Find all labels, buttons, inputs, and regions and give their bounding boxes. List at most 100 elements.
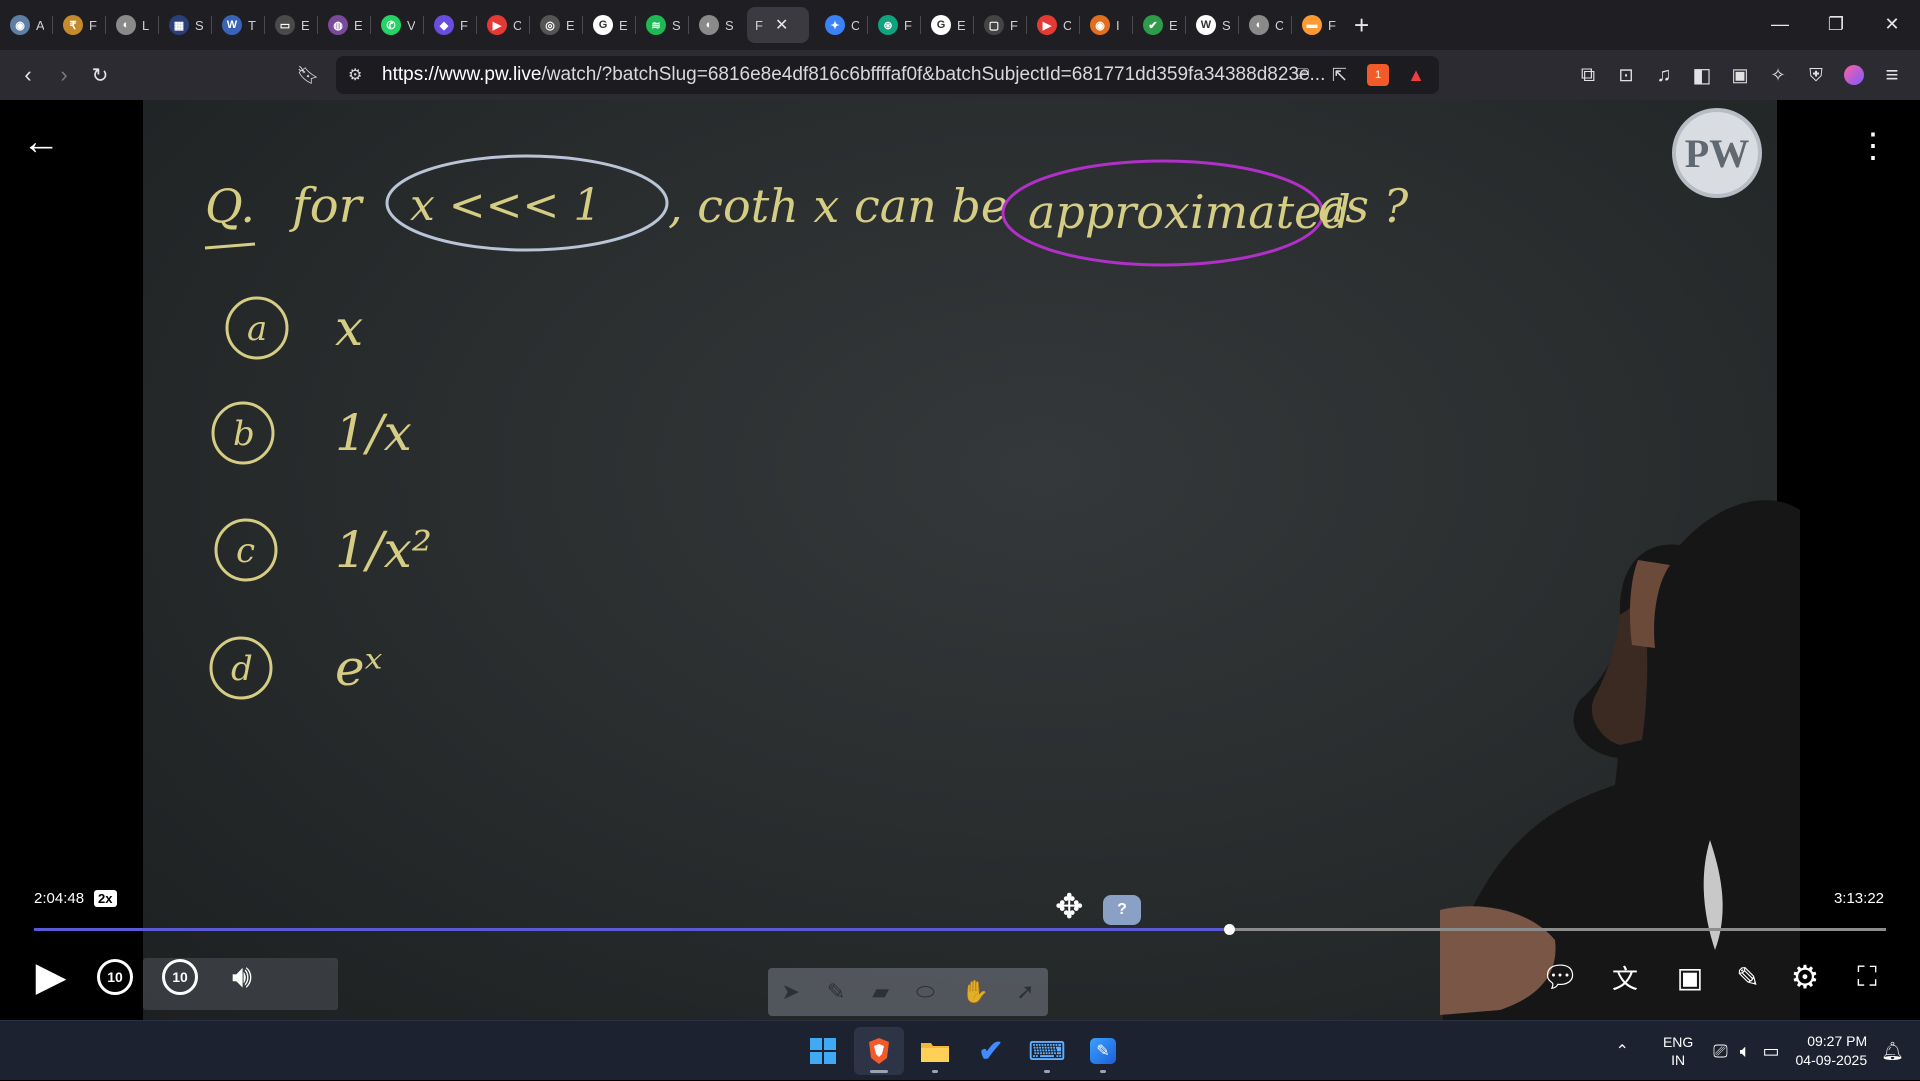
tab-title: F [460, 17, 468, 33]
move-icon[interactable]: ✥ [1055, 890, 1084, 924]
leo-ai-icon[interactable]: ✧ [1760, 57, 1796, 93]
speaker-icon[interactable]: 🔈︎ [1740, 1041, 1751, 1062]
browser-tab[interactable]: ▦ S [161, 7, 211, 43]
browser-tab[interactable]: ◍ E [320, 7, 370, 43]
browser-tab[interactable]: ▢ F [976, 7, 1026, 43]
install-app-icon[interactable]: ⎚ [1296, 66, 1309, 84]
settings-gear-icon[interactable]: ⚙ [1780, 952, 1830, 1002]
browser-tab[interactable]: ◐ S [691, 7, 741, 43]
tab-title: E [957, 17, 965, 33]
clock[interactable]: 09:27 PM 04-09-2025 [1796, 1032, 1868, 1070]
tab-separator [423, 16, 424, 34]
browser-tab[interactable]: F ✕ [747, 7, 809, 43]
close-window-icon[interactable]: ✕ [1864, 0, 1920, 48]
browser-tab[interactable]: ✔ E [1135, 7, 1185, 43]
wallet-icon[interactable]: ▣ [1722, 57, 1758, 93]
translate-icon[interactable]: 文 [1600, 952, 1650, 1002]
browser-tab[interactable]: ⊛ F [870, 7, 920, 43]
network-icon[interactable]: ⎚ [1713, 1041, 1727, 1062]
browser-tab[interactable]: ◎ E [532, 7, 582, 43]
new-tab-button[interactable]: + [1354, 12, 1369, 38]
media-icon[interactable]: ♫ [1646, 57, 1682, 93]
mini-player-icon[interactable]: ▣ [1665, 952, 1715, 1002]
restore-icon[interactable]: ❐ [1808, 0, 1864, 48]
browser-tab[interactable]: ▶ C [1029, 7, 1079, 43]
speed-badge[interactable]: 2x [94, 890, 117, 907]
progress-bar[interactable] [34, 924, 1886, 935]
prefix-underline [204, 242, 256, 250]
question-mid: , coth x can be [668, 179, 1008, 233]
tab-favicon-icon: ◐ [1249, 15, 1269, 35]
question-prefix: Q. [205, 179, 255, 233]
tab-separator [105, 16, 106, 34]
start-button[interactable] [798, 1027, 848, 1075]
minimize-icon[interactable]: — [1752, 0, 1808, 48]
tab-favicon-icon: ▭ [275, 15, 295, 35]
close-tab-icon[interactable]: ✕ [775, 15, 788, 35]
taskbar-brave[interactable] [854, 1027, 904, 1075]
taskbar-photos[interactable]: ✎ [1078, 1027, 1128, 1075]
play-icon[interactable]: ▶ [26, 952, 76, 1002]
battery-icon[interactable]: ▭ [1763, 1041, 1780, 1062]
browser-tab[interactable]: ₹ F [55, 7, 105, 43]
fullscreen-icon[interactable]: ⛶ [1842, 952, 1892, 1002]
browser-tab[interactable]: ▶ C [479, 7, 529, 43]
browser-tab[interactable]: ≋ S [638, 7, 688, 43]
taskbar-file-explorer[interactable] [910, 1027, 960, 1075]
back-arrow-icon[interactable]: ← [22, 122, 62, 162]
notification-bell-icon[interactable]: 🔔︎ [1881, 1041, 1904, 1062]
browser-tab[interactable]: ◉ I [1082, 7, 1132, 43]
menu-icon[interactable]: ≡ [1874, 57, 1910, 93]
help-button[interactable]: ? [1103, 895, 1141, 925]
forward-nav-icon[interactable]: › [46, 57, 82, 93]
video-player[interactable]: Q. for x <<< 1 , coth x can be approxima… [0, 100, 1920, 1020]
browser-tab[interactable]: WS [1188, 7, 1238, 43]
browser-tab[interactable]: ▭ E [267, 7, 317, 43]
address-bar[interactable]: ⚙ https://www.pw.live/watch/?batchSlug=6… [336, 56, 1439, 94]
browser-tab[interactable]: ◆ F [426, 7, 476, 43]
language-indicator[interactable]: ENG IN [1663, 1033, 1693, 1069]
bookmark-icon[interactable]: 🔖︎ [290, 57, 326, 93]
taskbar-keyboard[interactable]: ⌨ [1022, 1027, 1072, 1075]
progress-knob[interactable] [1223, 924, 1235, 935]
photos-icon: ✎ [1090, 1038, 1116, 1064]
show-hidden-icons-icon[interactable]: ⌃ [1616, 1041, 1629, 1061]
browser-tab[interactable]: GE [585, 7, 635, 43]
browser-tab[interactable]: WT [214, 7, 264, 43]
volume-icon[interactable]: 🔊︎ [217, 952, 267, 1002]
forward-10-button[interactable]: 10 [155, 952, 205, 1002]
reload-icon[interactable]: ↻ [82, 57, 118, 93]
share-icon[interactable]: ⇱ [1332, 65, 1347, 86]
browser-tab[interactable]: ◐ C [1241, 7, 1291, 43]
extensions-icon[interactable]: ⧉ [1570, 57, 1606, 93]
browser-tab[interactable]: ▬ F [1294, 7, 1344, 43]
browser-tab[interactable]: ✦ C [817, 7, 867, 43]
teacher-figure [1440, 500, 1800, 1020]
browser-tab-strip: ◉ A ₹ F ◐ L ▦ S W T ▭ E ◍ E ✆ V ◆ F ▶ C ◎ E G E ≋ S ◐ S F ✕ ✦ C ⊛ F G E ▢ F ▶ C… [0, 0, 1920, 50]
tab-favicon-icon: ◎ [540, 15, 560, 35]
comments-icon[interactable]: 💬︎ [1535, 952, 1585, 1002]
tab-title: E [354, 17, 362, 33]
profile-icon[interactable] [1836, 57, 1872, 93]
browser-tab[interactable]: GE [923, 7, 973, 43]
site-settings-icon[interactable]: ⚙ [348, 65, 362, 85]
notes-icon[interactable]: ✎ [1723, 952, 1773, 1002]
reader-mode-icon[interactable]: ⊡ [1608, 57, 1644, 93]
brave-rewards-icon[interactable]: ▲ [1407, 65, 1425, 86]
taskbar-todo[interactable]: ✔ [966, 1027, 1016, 1075]
browser-tab[interactable]: ◐ L [108, 7, 158, 43]
tab-title: T [248, 17, 256, 33]
brave-shields-icon[interactable]: 1 [1367, 64, 1389, 86]
tab-favicon-icon: ✔ [1143, 15, 1163, 35]
clock-time: 09:27 PM [1807, 1033, 1868, 1049]
browser-tab[interactable]: ✆ V [373, 7, 423, 43]
rewind-10-button[interactable]: 10 [90, 952, 140, 1002]
tab-separator [1026, 16, 1027, 34]
browser-tab[interactable]: ◉ A [2, 7, 52, 43]
more-options-icon[interactable]: ⋮ [1856, 128, 1890, 164]
back-nav-icon[interactable]: ‹ [10, 57, 46, 93]
vpn-icon[interactable]: ⛨ [1798, 57, 1834, 93]
checkmark-icon: ✔ [978, 1034, 1004, 1068]
sidebar-icon[interactable]: ◧ [1684, 57, 1720, 93]
tab-favicon-icon: ≋ [646, 15, 666, 35]
